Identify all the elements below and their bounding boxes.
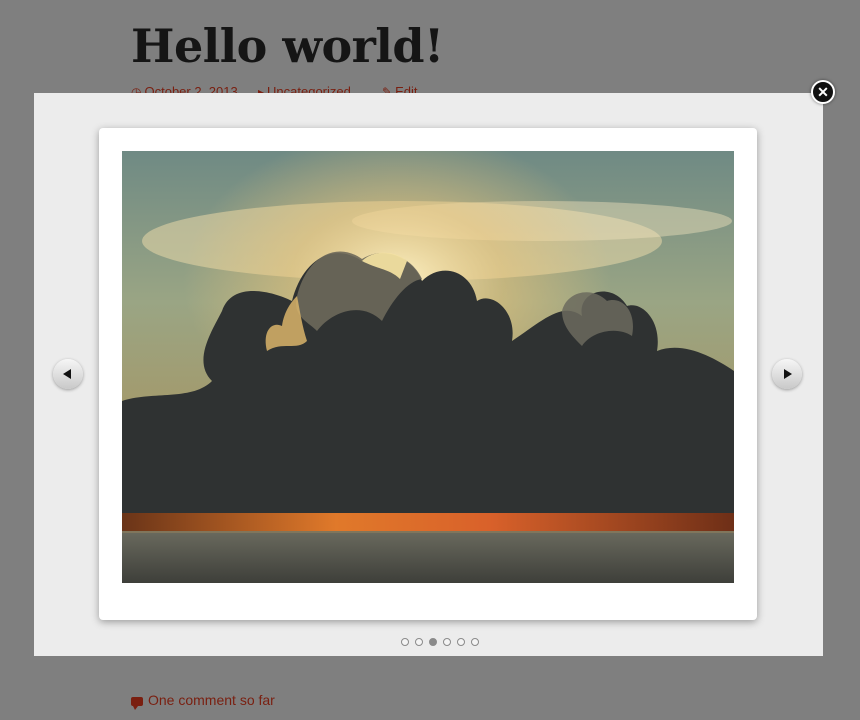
slide-dot-2[interactable]: [415, 638, 423, 646]
close-icon: ✕: [817, 84, 829, 100]
lightbox-image[interactable]: [122, 151, 734, 583]
close-lightbox-button[interactable]: ✕: [811, 80, 835, 104]
lightbox-image-frame: [99, 128, 757, 620]
comments-link[interactable]: One comment so far: [131, 692, 275, 710]
slide-dot-3-active[interactable]: [429, 638, 437, 646]
slide-indicators: [401, 638, 479, 646]
post-title: Hello world!: [131, 19, 444, 73]
chevron-right-icon: [784, 369, 792, 379]
slide-dot-6[interactable]: [471, 638, 479, 646]
chevron-left-icon: [63, 369, 71, 379]
comments-link-label: One comment so far: [148, 692, 275, 708]
slide-dot-5[interactable]: [457, 638, 465, 646]
lightbox-modal: [34, 93, 823, 656]
slide-dot-1[interactable]: [401, 638, 409, 646]
comment-bubble-icon: [131, 697, 143, 710]
previous-slide-button[interactable]: [53, 359, 83, 389]
next-slide-button[interactable]: [772, 359, 802, 389]
sunset-photo: [122, 151, 734, 583]
slide-dot-4[interactable]: [443, 638, 451, 646]
